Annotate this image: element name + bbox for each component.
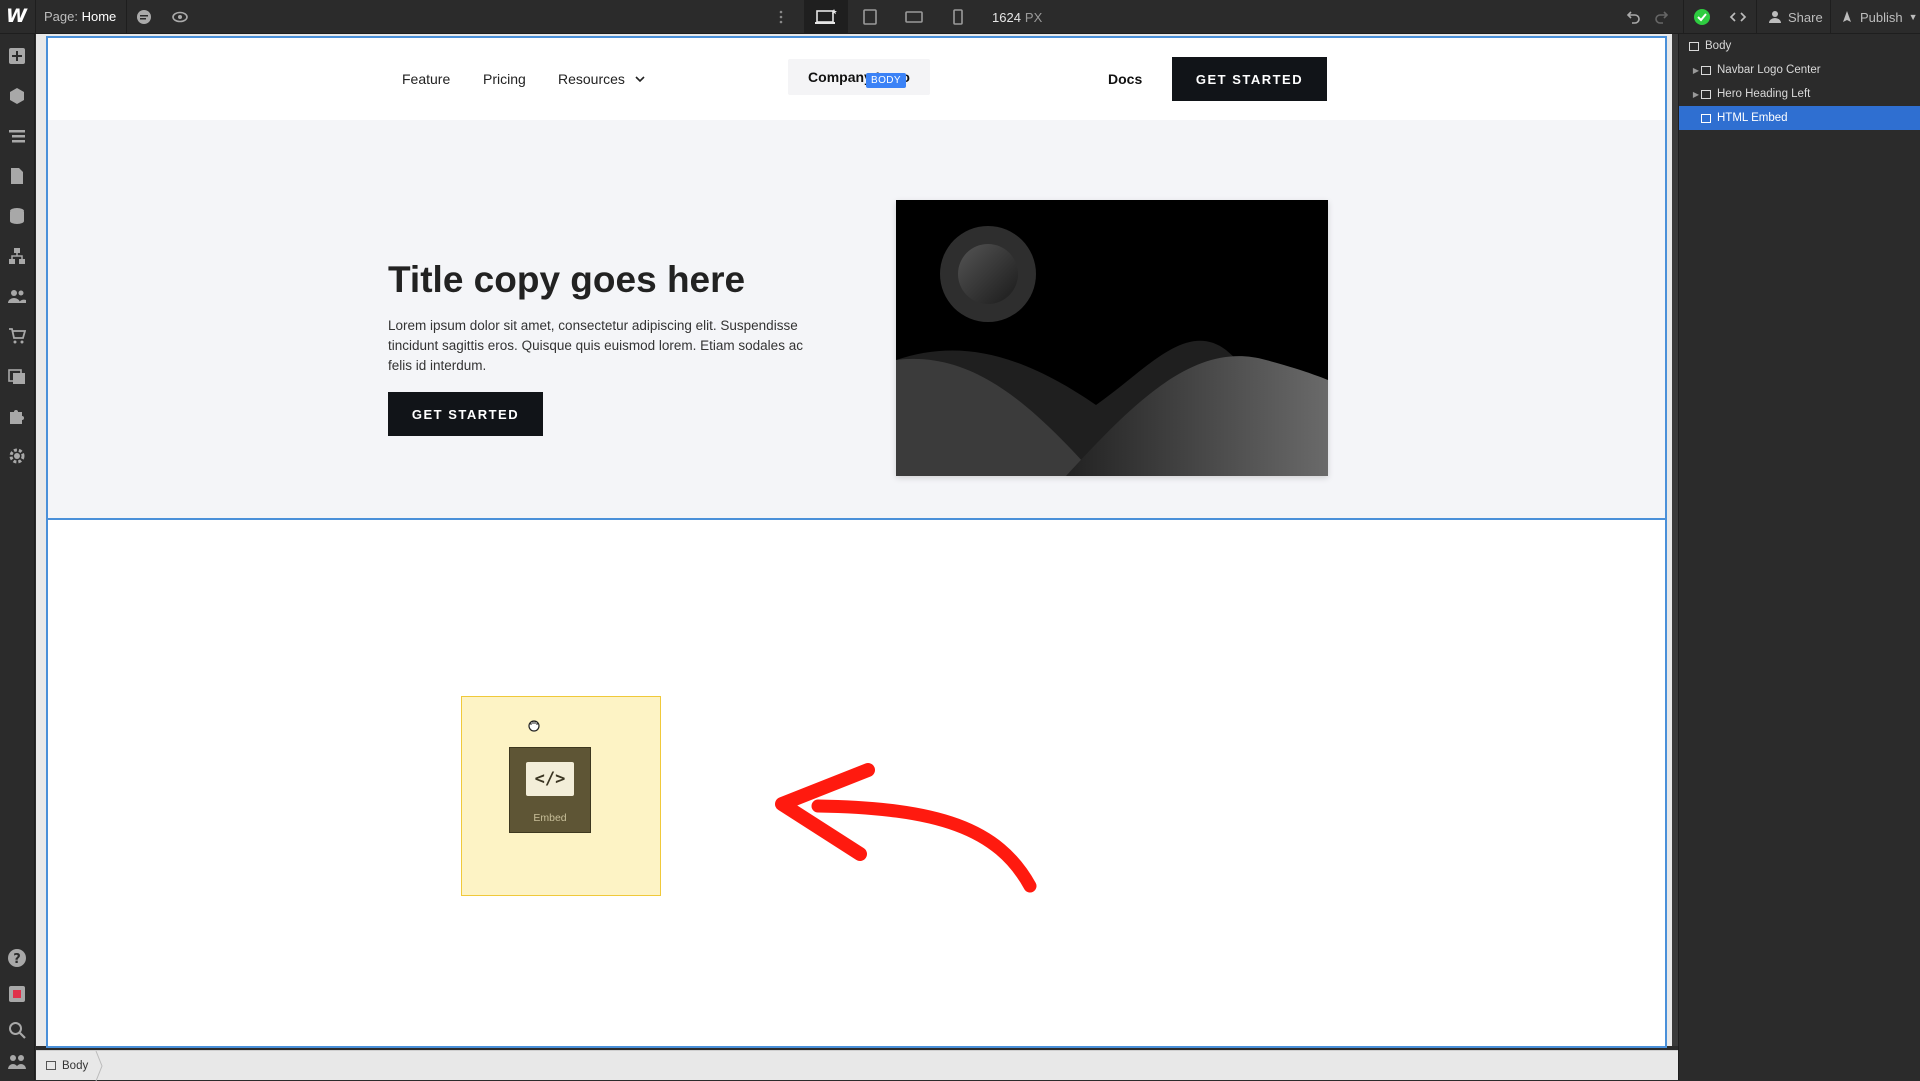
designer-canvas: Feature Pricing Resources Company Logo D… <box>36 34 1672 1048</box>
navigator-item-html-embed[interactable]: HTML Embed <box>1679 106 1920 130</box>
navigator-item-label: HTML Embed <box>1717 112 1788 124</box>
share-label: Share <box>1788 9 1823 25</box>
cms-database-icon[interactable] <box>7 206 27 226</box>
search-icon[interactable] <box>7 1020 27 1040</box>
red-arrow-annotation <box>775 763 1037 893</box>
html-embed-drop-zone[interactable]: </> Embed <box>461 696 661 896</box>
width-unit: PX <box>1024 10 1043 25</box>
user-icon <box>1769 11 1781 23</box>
navigator-item-body[interactable]: Body <box>1679 34 1920 58</box>
divider <box>35 0 36 34</box>
add-elements-icon[interactable] <box>7 46 27 66</box>
embed-label: Embed <box>533 812 567 824</box>
divider <box>1683 0 1684 34</box>
ecommerce-cart-icon[interactable] <box>7 326 27 346</box>
breadcrumb: Body <box>36 1050 1678 1081</box>
navigator-item-label: Body <box>1705 40 1732 52</box>
nav-dropdown-resources[interactable]: Resources <box>558 71 646 87</box>
breadcrumb-item-body[interactable]: Body <box>62 1060 88 1072</box>
preview-eye-icon[interactable] <box>171 8 189 26</box>
tablet-breakpoint-icon[interactable] <box>848 0 892 34</box>
rocket-icon <box>1843 11 1851 22</box>
breadcrumb-separator-icon <box>95 1050 103 1081</box>
help-icon[interactable]: ? <box>7 948 27 968</box>
status-check-icon[interactable] <box>1693 8 1711 26</box>
symbols-cube-icon[interactable] <box>7 86 27 106</box>
mobile-landscape-breakpoint-icon[interactable] <box>892 0 936 34</box>
canvas-width-readout[interactable]: 1624 PX <box>992 10 1042 25</box>
element-box-icon <box>1701 89 1711 99</box>
nav-link-docs[interactable]: Docs <box>1108 71 1142 87</box>
redo-icon[interactable] <box>1653 8 1671 26</box>
hero-paragraph: Lorem ipsum dolor sit amet, consectetur … <box>388 318 803 373</box>
embed-element-tile[interactable]: </> Embed <box>509 747 591 833</box>
hero-title: Title copy goes here <box>388 259 746 300</box>
element-box-icon <box>1701 65 1711 75</box>
navigator-item-label: Hero Heading Left <box>1717 88 1811 100</box>
navigator-item-navbar-logo-center[interactable]: ▶ Navbar Logo Center <box>1679 58 1920 82</box>
apps-puzzle-icon[interactable] <box>7 406 27 426</box>
share-button[interactable]: Share <box>1760 0 1831 34</box>
publish-button[interactable]: Publish ▼ <box>1832 0 1920 34</box>
caret-right-icon[interactable]: ▶ <box>1691 90 1701 99</box>
settings-gear-icon[interactable] <box>7 446 27 466</box>
publish-label: Publish <box>1860 9 1903 25</box>
webflow-logo-icon[interactable]: W <box>6 5 30 29</box>
navigator-item-hero-heading-left[interactable]: ▶ Hero Heading Left <box>1679 82 1920 106</box>
hero-heading-left[interactable]: Title copy goes here Lorem ipsum dolor s… <box>48 120 1665 520</box>
logic-flow-icon[interactable] <box>7 246 27 266</box>
desktop-breakpoint-icon[interactable] <box>804 0 848 34</box>
navigator-icon[interactable] <box>7 126 27 146</box>
navigator-item-label: Navbar Logo Center <box>1717 64 1821 76</box>
grab-cursor-icon <box>527 719 541 736</box>
divider <box>1830 0 1831 34</box>
collaborators-icon[interactable] <box>7 1052 27 1072</box>
code-export-icon[interactable] <box>1729 8 1747 26</box>
nav-link-resources: Resources <box>558 71 625 87</box>
caret-right-icon[interactable]: ▶ <box>1691 66 1701 75</box>
page-name: Home <box>81 9 117 24</box>
nav-link-pricing[interactable]: Pricing <box>483 71 526 87</box>
svg-text:?: ? <box>13 952 21 967</box>
hero-placeholder-image <box>896 200 1328 476</box>
nav-link-feature[interactable]: Feature <box>402 71 450 87</box>
navbar-logo-center[interactable]: Feature Pricing Resources Company Logo D… <box>48 38 1665 120</box>
top-bar: W Page: Home 1624 PX Share Publish ▼ <box>0 0 1920 34</box>
mobile-portrait-breakpoint-icon[interactable] <box>936 0 980 34</box>
element-box-icon <box>46 1061 56 1070</box>
divider <box>1756 0 1757 34</box>
assets-icon[interactable] <box>7 366 27 386</box>
page-prefix: Page: <box>44 9 78 24</box>
record-video-icon[interactable] <box>7 984 27 1004</box>
element-box-icon <box>1689 41 1699 51</box>
comments-icon[interactable] <box>135 8 153 26</box>
pages-icon[interactable] <box>7 166 27 186</box>
chevron-down-icon <box>635 76 645 83</box>
more-options-icon[interactable] <box>772 8 790 26</box>
landscape-placeholder-icon <box>896 200 1328 476</box>
navigator-panel: Body ▶ Navbar Logo Center ▶ Hero Heading… <box>1678 34 1920 1080</box>
undo-icon[interactable] <box>1624 8 1642 26</box>
left-toolbar: ? <box>0 34 35 1080</box>
page-body-frame[interactable]: Feature Pricing Resources Company Logo D… <box>46 36 1667 1048</box>
nav-get-started-button[interactable]: GET STARTED <box>1172 57 1327 101</box>
company-logo[interactable]: Company Logo <box>788 59 930 95</box>
hero-get-started-button[interactable]: GET STARTED <box>388 392 543 436</box>
divider <box>126 0 127 34</box>
chevron-down-icon: ▼ <box>1908 12 1918 22</box>
users-icon[interactable] <box>7 286 27 306</box>
width-value: 1624 <box>992 10 1021 25</box>
body-selection-badge: BODY <box>866 73 906 88</box>
embed-element-icon <box>1701 113 1711 123</box>
page-selector[interactable]: Page: Home <box>44 9 116 24</box>
code-embed-icon: </> <box>526 762 574 796</box>
